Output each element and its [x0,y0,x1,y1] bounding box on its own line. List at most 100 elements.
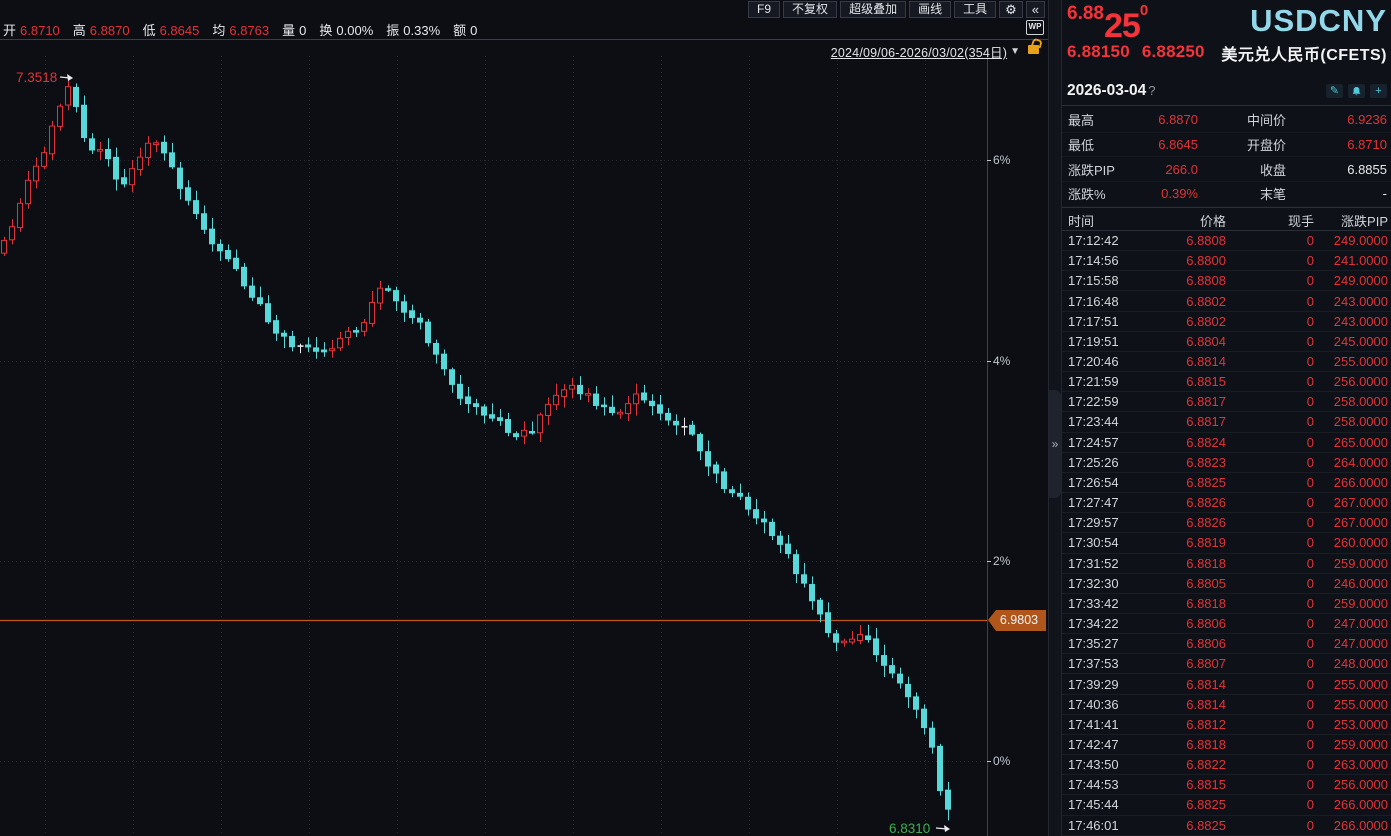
quote-summary-grid: 最高6.8870中间价6.9236最低6.8645开盘价6.8710涨跌PIP2… [1062,108,1391,207]
info-label: 均 [212,23,225,38]
cell-time: 17:44:53 [1062,777,1154,792]
table-row[interactable]: 17:27:476.88260267.0000 [1062,493,1391,513]
alert-bell-icon[interactable] [1348,84,1365,98]
gear-icon[interactable]: ⚙ [999,1,1023,18]
cell-change-pip: 249.0000 [1314,273,1391,288]
ask-price: 6.88250 [1142,42,1205,61]
info-label: 低 [143,23,156,38]
table-row[interactable]: 17:46:016.88250266.0000 [1062,816,1391,836]
last-price-superscript: 0 [1140,2,1148,19]
candle-up [154,143,159,145]
chevron-down-icon[interactable]: ▼ [1010,46,1020,57]
table-row[interactable]: 17:31:526.88180259.0000 [1062,554,1391,574]
low-price-annotation: 6.8310 [889,821,930,836]
candle-down [274,321,279,333]
table-row[interactable]: 17:30:546.88190260.0000 [1062,533,1391,553]
column-header: 价格 [1154,211,1226,230]
toolbar-button-f9[interactable]: F9 [748,1,780,18]
table-row[interactable]: 17:26:546.88250266.0000 [1062,473,1391,493]
table-row[interactable]: 17:24:576.88240265.0000 [1062,433,1391,453]
table-row[interactable]: 17:15:586.88080249.0000 [1062,271,1391,291]
toolbar-button-cn3[interactable]: 画线 [909,1,951,18]
cell-volume: 0 [1226,656,1314,671]
table-row[interactable]: 17:45:446.88250266.0000 [1062,795,1391,815]
candle-down [314,348,319,351]
quote-value: 6.8870 [1132,112,1198,127]
cell-volume: 0 [1226,818,1314,833]
candle-down [530,431,535,433]
cell-time: 17:20:46 [1062,354,1154,369]
low-annotation-arrowhead [944,825,950,832]
table-row[interactable]: 17:29:576.88260267.0000 [1062,513,1391,533]
cell-volume: 0 [1226,515,1314,530]
cell-time: 17:34:22 [1062,616,1154,631]
table-row[interactable]: 17:14:566.88000241.0000 [1062,251,1391,271]
cell-time: 17:19:51 [1062,334,1154,349]
quote-value: 6.9236 [1286,112,1391,127]
unlock-icon[interactable] [1028,45,1039,54]
info-item-均: 均6.8763 [212,20,269,39]
quote-label: 收盘 [1198,160,1286,179]
table-row[interactable]: 17:44:536.88150256.0000 [1062,775,1391,795]
table-row[interactable]: 17:40:366.88140255.0000 [1062,695,1391,715]
panel-collapse-handle[interactable]: » [1049,390,1061,498]
table-row[interactable]: 17:37:536.88070248.0000 [1062,654,1391,674]
cell-price: 6.8805 [1154,576,1226,591]
info-value: 6.8870 [90,23,130,38]
table-row[interactable]: 17:22:596.88170258.0000 [1062,392,1391,412]
time-sales-header: 时间价格现手涨跌PIP [1062,209,1391,231]
table-row[interactable]: 17:17:516.88020243.0000 [1062,312,1391,332]
quote-value: 6.8710 [1286,137,1391,152]
toolbar-button-cn2[interactable]: 超级叠加 [840,1,906,18]
help-icon[interactable]: ? [1148,83,1155,98]
add-plus-icon[interactable]: + [1370,84,1387,98]
toolbar-button-cn4[interactable]: 工具 [954,1,996,18]
candle-down [178,168,183,188]
candle-down [706,452,711,466]
table-row[interactable]: 17:21:596.88150256.0000 [1062,372,1391,392]
candle-up [338,338,343,347]
table-row[interactable]: 17:34:226.88060247.0000 [1062,614,1391,634]
date-range-selector[interactable]: 2024/09/06-2026/03/02(354日) [831,42,1007,61]
cell-price: 6.8818 [1154,737,1226,752]
table-row[interactable]: 17:39:296.88140255.0000 [1062,674,1391,694]
quote-value: - [1286,186,1391,201]
candlestick-chart-region[interactable]: 6%4%2%0%6.98037.35186.8310 F9不复权超级叠加画线工具… [0,0,1048,836]
table-row[interactable]: 17:41:416.88120253.0000 [1062,715,1391,735]
table-row[interactable]: 17:19:516.88040245.0000 [1062,332,1391,352]
wp-window-icon[interactable]: WP [1026,20,1044,35]
cell-change-pip: 265.0000 [1314,435,1391,450]
collapse-left-icon[interactable]: « [1026,1,1045,18]
table-row[interactable]: 17:25:266.88230264.0000 [1062,453,1391,473]
cell-change-pip: 255.0000 [1314,354,1391,369]
cell-time: 17:22:59 [1062,394,1154,409]
candle-down [250,286,255,297]
cell-price: 6.8824 [1154,435,1226,450]
cell-time: 17:32:30 [1062,576,1154,591]
table-row[interactable]: 17:23:446.88170258.0000 [1062,412,1391,432]
table-row[interactable]: 17:43:506.88220263.0000 [1062,755,1391,775]
candlestick-chart-canvas[interactable]: 6%4%2%0%6.98037.35186.8310 [0,0,1048,836]
cell-time: 17:14:56 [1062,253,1154,268]
table-row[interactable]: 17:42:476.88180259.0000 [1062,735,1391,755]
cell-price: 6.8806 [1154,636,1226,651]
candle-down [834,634,839,642]
cell-volume: 0 [1226,334,1314,349]
candle-up [570,385,575,389]
cell-time: 17:27:47 [1062,495,1154,510]
cell-change-pip: 248.0000 [1314,656,1391,671]
table-row[interactable]: 17:20:466.88140255.0000 [1062,352,1391,372]
table-row[interactable]: 17:35:276.88060247.0000 [1062,634,1391,654]
table-row[interactable]: 17:12:426.88080249.0000 [1062,231,1391,251]
toolbar-button-cn1[interactable]: 不复权 [783,1,837,18]
cell-volume: 0 [1226,616,1314,631]
table-row[interactable]: 17:16:486.88020243.0000 [1062,291,1391,311]
ohlc-info-bar: 开6.8710高6.8870低6.8645均6.8763量0换0.00%振0.3… [3,20,490,39]
table-row[interactable]: 17:33:426.88180259.0000 [1062,594,1391,614]
time-sales-table: 17:12:426.88080249.000017:14:566.8800024… [1062,231,1391,836]
candle-up [66,87,71,105]
edit-pencil-icon[interactable]: ✎ [1326,84,1343,98]
cell-change-pip: 249.0000 [1314,233,1391,248]
cell-change-pip: 266.0000 [1314,818,1391,833]
table-row[interactable]: 17:32:306.88050246.0000 [1062,574,1391,594]
